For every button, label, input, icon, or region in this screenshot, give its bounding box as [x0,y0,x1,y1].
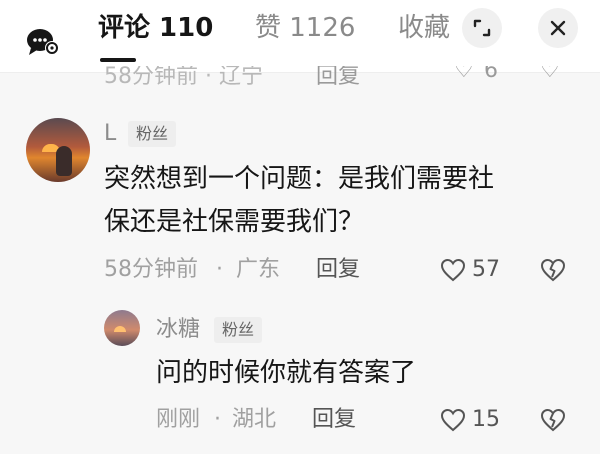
meta-separator: · [214,407,221,432]
active-tab-indicator [100,58,136,62]
reply-text: 问的时候你就有答案了 [156,358,417,388]
reply-username[interactable]: 冰糖 [156,316,200,344]
expand-button[interactable] [462,8,502,48]
reply-like-count: 15 [472,407,500,432]
heart-icon [440,258,466,282]
comment-like-button[interactable]: 57 [440,256,500,284]
chat-settings-icon[interactable] [26,26,60,56]
close-button[interactable] [538,8,578,48]
comment-text-line-1: 突然想到一个问题：是我们需要社 [104,164,495,194]
comment-like-count: 57 [472,257,500,282]
fan-badge: 粉丝 [128,121,177,147]
reply-like-button[interactable]: 15 [440,406,500,434]
previous-comment-dislike-icon[interactable]: ♡ [540,66,560,83]
previous-comment-time-location: 58分钟前 · 辽宁 [104,66,263,88]
tab-comments[interactable]: 评论 110 [98,10,213,46]
close-icon [550,20,566,36]
comment-username[interactable]: L [104,120,116,148]
reply-reply-button[interactable]: 回复 [312,406,356,434]
comments-header: 评论 110 赞 1126 收藏 [0,0,600,73]
comment-text-line-2: 保还是社保需要我们？ [104,207,365,237]
avatar-person [56,146,72,176]
tab-likes[interactable]: 赞 1126 [255,10,355,46]
broken-heart-icon[interactable] [540,408,566,432]
previous-comment-like-icon[interactable]: ♡ [454,66,474,83]
previous-comment-like-count: 6 [484,66,498,83]
reply-location: 湖北 [232,407,277,432]
avatar-sunset [114,326,126,332]
fan-badge: 粉丝 [214,317,263,343]
tab-favorites[interactable]: 收藏 [398,10,454,46]
comment-location: 广东 [236,257,281,282]
avatar[interactable] [26,118,90,182]
previous-comment-reply-button[interactable]: 回复 [316,66,360,88]
comment-time: 58分钟前 [104,257,198,282]
broken-heart-icon[interactable] [540,258,566,282]
reply-time: 刚刚 [156,407,201,432]
comment-reply-button[interactable]: 回复 [316,256,360,284]
reply-avatar[interactable] [104,310,140,346]
heart-icon [440,408,466,432]
previous-comment-meta: 58分钟前 · 辽宁 回复 ♡ 6 ♡ [104,66,584,88]
expand-icon [473,19,491,37]
meta-separator: · [216,257,223,282]
